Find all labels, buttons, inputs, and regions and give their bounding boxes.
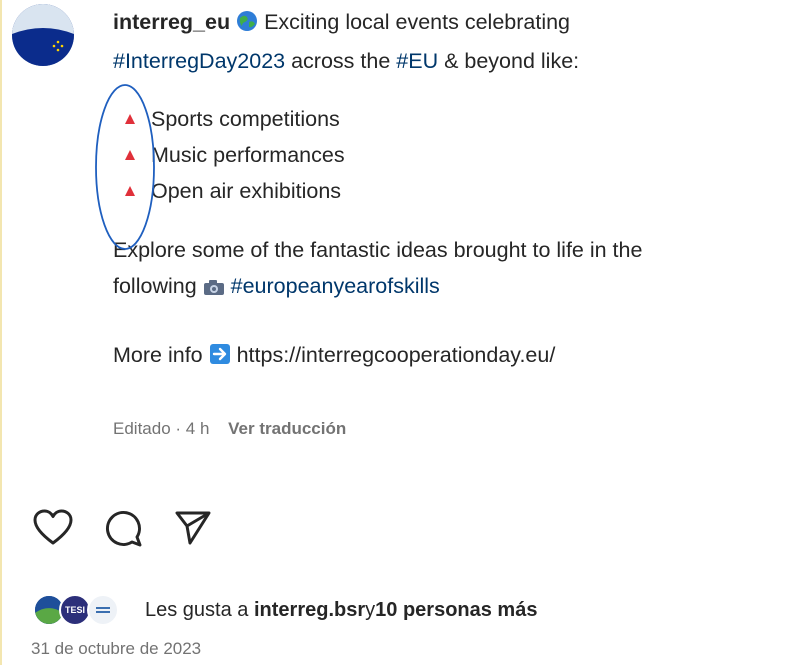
list-item-text: Music performances xyxy=(151,143,345,167)
url-text[interactable]: https://interregcooperationday.eu/ xyxy=(237,343,556,367)
post-container: interreg_eu Exciting local events celebr… xyxy=(0,0,812,665)
list-item: Sports competitions xyxy=(113,101,812,137)
liker-avatar-text: TESI xyxy=(64,605,85,615)
list-item-text: Sports competitions xyxy=(151,107,340,131)
caption-line-2: #InterregDay2023 across the #EU & beyond… xyxy=(113,43,812,79)
likes-middle: y xyxy=(365,598,376,621)
hashtag-eu[interactable]: #EU xyxy=(396,49,438,73)
hand-drawn-oval-annotation xyxy=(95,84,155,250)
explore-line-1: Explore some of the fantastic ideas brou… xyxy=(113,238,643,262)
share-button[interactable] xyxy=(171,506,215,550)
likes-summary: TESI Les gusta a interreg.bsr y 10 perso… xyxy=(31,590,537,630)
username-link[interactable]: interreg_eu xyxy=(113,10,230,34)
text-across: across the xyxy=(285,49,397,73)
left-border xyxy=(0,0,2,665)
heart-icon xyxy=(33,509,73,545)
liker-avatars[interactable]: TESI xyxy=(31,592,131,628)
edited-time: Editado · 4 h xyxy=(113,419,210,438)
hashtag-europeanyearofskills[interactable]: #europeanyearofskills xyxy=(231,274,440,298)
post-date: 31 de octubre de 2023 xyxy=(31,639,202,658)
comment-button[interactable] xyxy=(101,506,145,550)
list-item-text: Open air exhibitions xyxy=(151,179,342,203)
more-info-line: More info https://interregcooperationday… xyxy=(113,337,812,376)
camera-icon xyxy=(203,271,225,307)
profile-avatar[interactable] xyxy=(12,4,74,66)
likes-others-link[interactable]: 10 personas más xyxy=(375,599,537,622)
hashtag-interregday[interactable]: #InterregDay2023 xyxy=(113,49,285,73)
comment-icon xyxy=(106,511,142,547)
more-info-text: More info xyxy=(113,343,209,367)
list-item: Open air exhibitions xyxy=(113,173,812,209)
right-arrow-icon xyxy=(209,340,231,376)
globe-icon xyxy=(236,7,258,43)
liker-avatar xyxy=(87,594,119,626)
action-bar xyxy=(31,503,241,553)
liker-username-link[interactable]: interreg.bsr xyxy=(254,599,365,622)
caption-line-1: interreg_eu Exciting local events celebr… xyxy=(113,4,812,43)
send-icon xyxy=(175,511,211,545)
intro-text: Exciting local events celebrating xyxy=(258,10,571,34)
likes-prefix: Les gusta a xyxy=(145,598,249,621)
eu-flag-avatar-icon xyxy=(12,4,74,66)
text-beyond: & beyond like: xyxy=(438,49,580,73)
like-button[interactable] xyxy=(31,506,75,550)
explore-line-2: following #europeanyearofskills xyxy=(113,268,812,307)
explore-following: following xyxy=(113,274,203,298)
post-meta: Editado · 4 h Ver traducción xyxy=(113,419,346,439)
post-caption: interreg_eu Exciting local events celebr… xyxy=(113,4,812,376)
list-item: Music performances xyxy=(113,137,812,173)
translate-link[interactable]: Ver traducción xyxy=(228,419,346,438)
